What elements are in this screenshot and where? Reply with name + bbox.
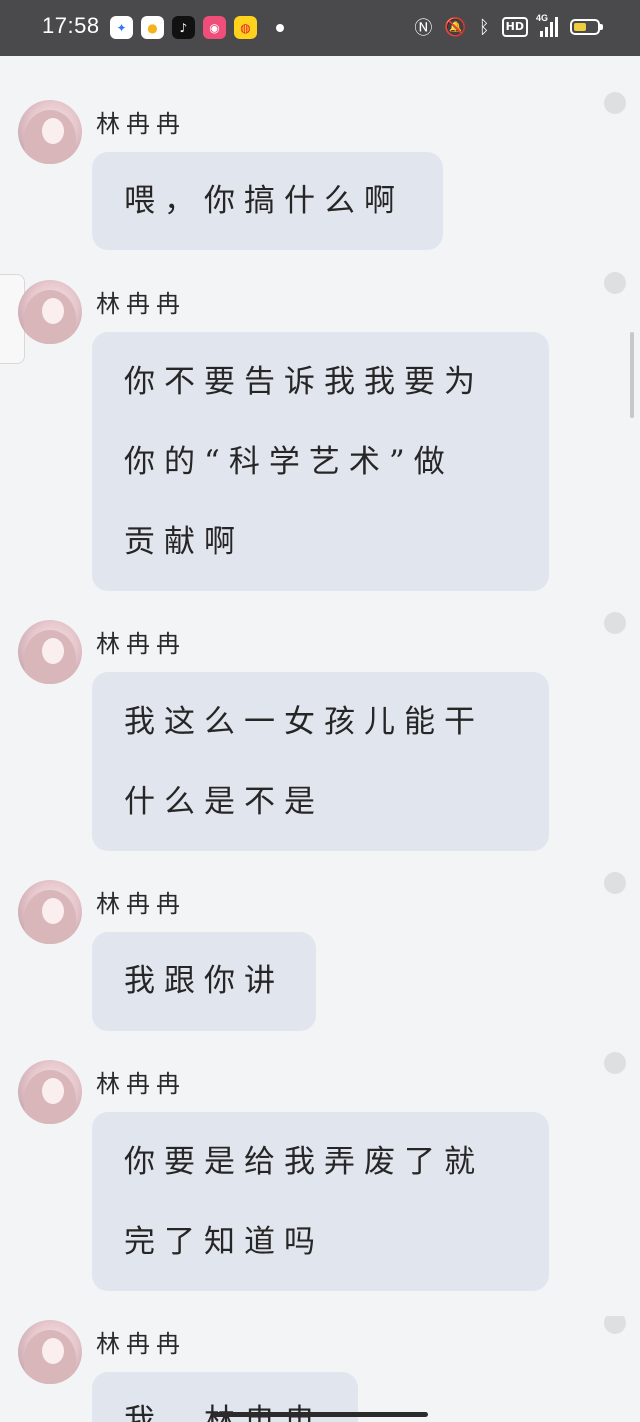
message-bubble[interactable]: 你不要告诉我我要为 你的“科学艺术”做 贡献啊	[92, 332, 549, 591]
sender-name: 林冉冉	[96, 1330, 186, 1358]
scrollbar-thumb[interactable]	[630, 332, 634, 418]
sender-name: 林冉冉	[96, 890, 186, 918]
sender-avatar[interactable]	[18, 100, 82, 164]
read-status-dot	[604, 272, 626, 294]
message-bubble[interactable]: 你要是给我弄废了就 完了知道吗	[92, 1112, 549, 1291]
cellular-signal-icon: 4G	[536, 13, 558, 37]
read-status-dot	[604, 1052, 626, 1074]
tiktok-icon: ♪	[172, 16, 195, 39]
message-bubble[interactable]: 喂，你搞什么啊	[92, 152, 443, 250]
sender-name: 林冉冉	[96, 1070, 186, 1098]
message-bubble[interactable]: 我跟你讲	[92, 932, 316, 1031]
battery-icon	[570, 19, 603, 35]
read-status-dot	[604, 612, 626, 634]
notification-app-icons: ✦ ● ♪ ◉ ◍	[110, 16, 257, 39]
sender-name: 林冉冉	[96, 290, 186, 318]
bluetooth-icon: ᛒ	[478, 16, 490, 38]
status-time: 17:58	[42, 13, 100, 38]
bulb-app-icon: ●	[141, 16, 164, 39]
read-status-dot	[604, 872, 626, 894]
sender-avatar[interactable]	[18, 620, 82, 684]
hd-voice-badge: HD	[501, 17, 528, 37]
baidu-map-icon: ✦	[110, 16, 133, 39]
chat-message: 林冉冉 我，林冉冉	[0, 1316, 640, 1422]
sender-avatar[interactable]	[18, 1320, 82, 1384]
sender-avatar[interactable]	[18, 280, 82, 344]
sender-name: 林冉冉	[96, 110, 186, 138]
status-bar: 17:58 ✦ ● ♪ ◉ ◍ Ⓝ 🔕 ᛒ HD 4G	[0, 0, 640, 56]
mute-bell-icon: 🔕	[444, 16, 467, 38]
battery-level-fill	[574, 23, 587, 31]
message-bubble[interactable]: 我这么一女孩儿能干 什么是不是	[92, 672, 549, 851]
weibo-icon: ◍	[234, 16, 257, 39]
nfc-icon: Ⓝ	[414, 18, 433, 39]
pink-app-icon: ◉	[203, 16, 226, 39]
read-status-dot	[604, 1316, 626, 1334]
sender-avatar[interactable]	[18, 880, 82, 944]
home-indicator[interactable]	[212, 1412, 428, 1417]
more-notifications-dot-icon	[276, 24, 284, 32]
sender-avatar[interactable]	[18, 1060, 82, 1124]
read-status-dot	[604, 92, 626, 114]
system-status-icons: Ⓝ 🔕 ᛒ HD 4G	[414, 13, 603, 40]
sender-name: 林冉冉	[96, 630, 186, 658]
network-type-label: 4G	[536, 13, 549, 23]
